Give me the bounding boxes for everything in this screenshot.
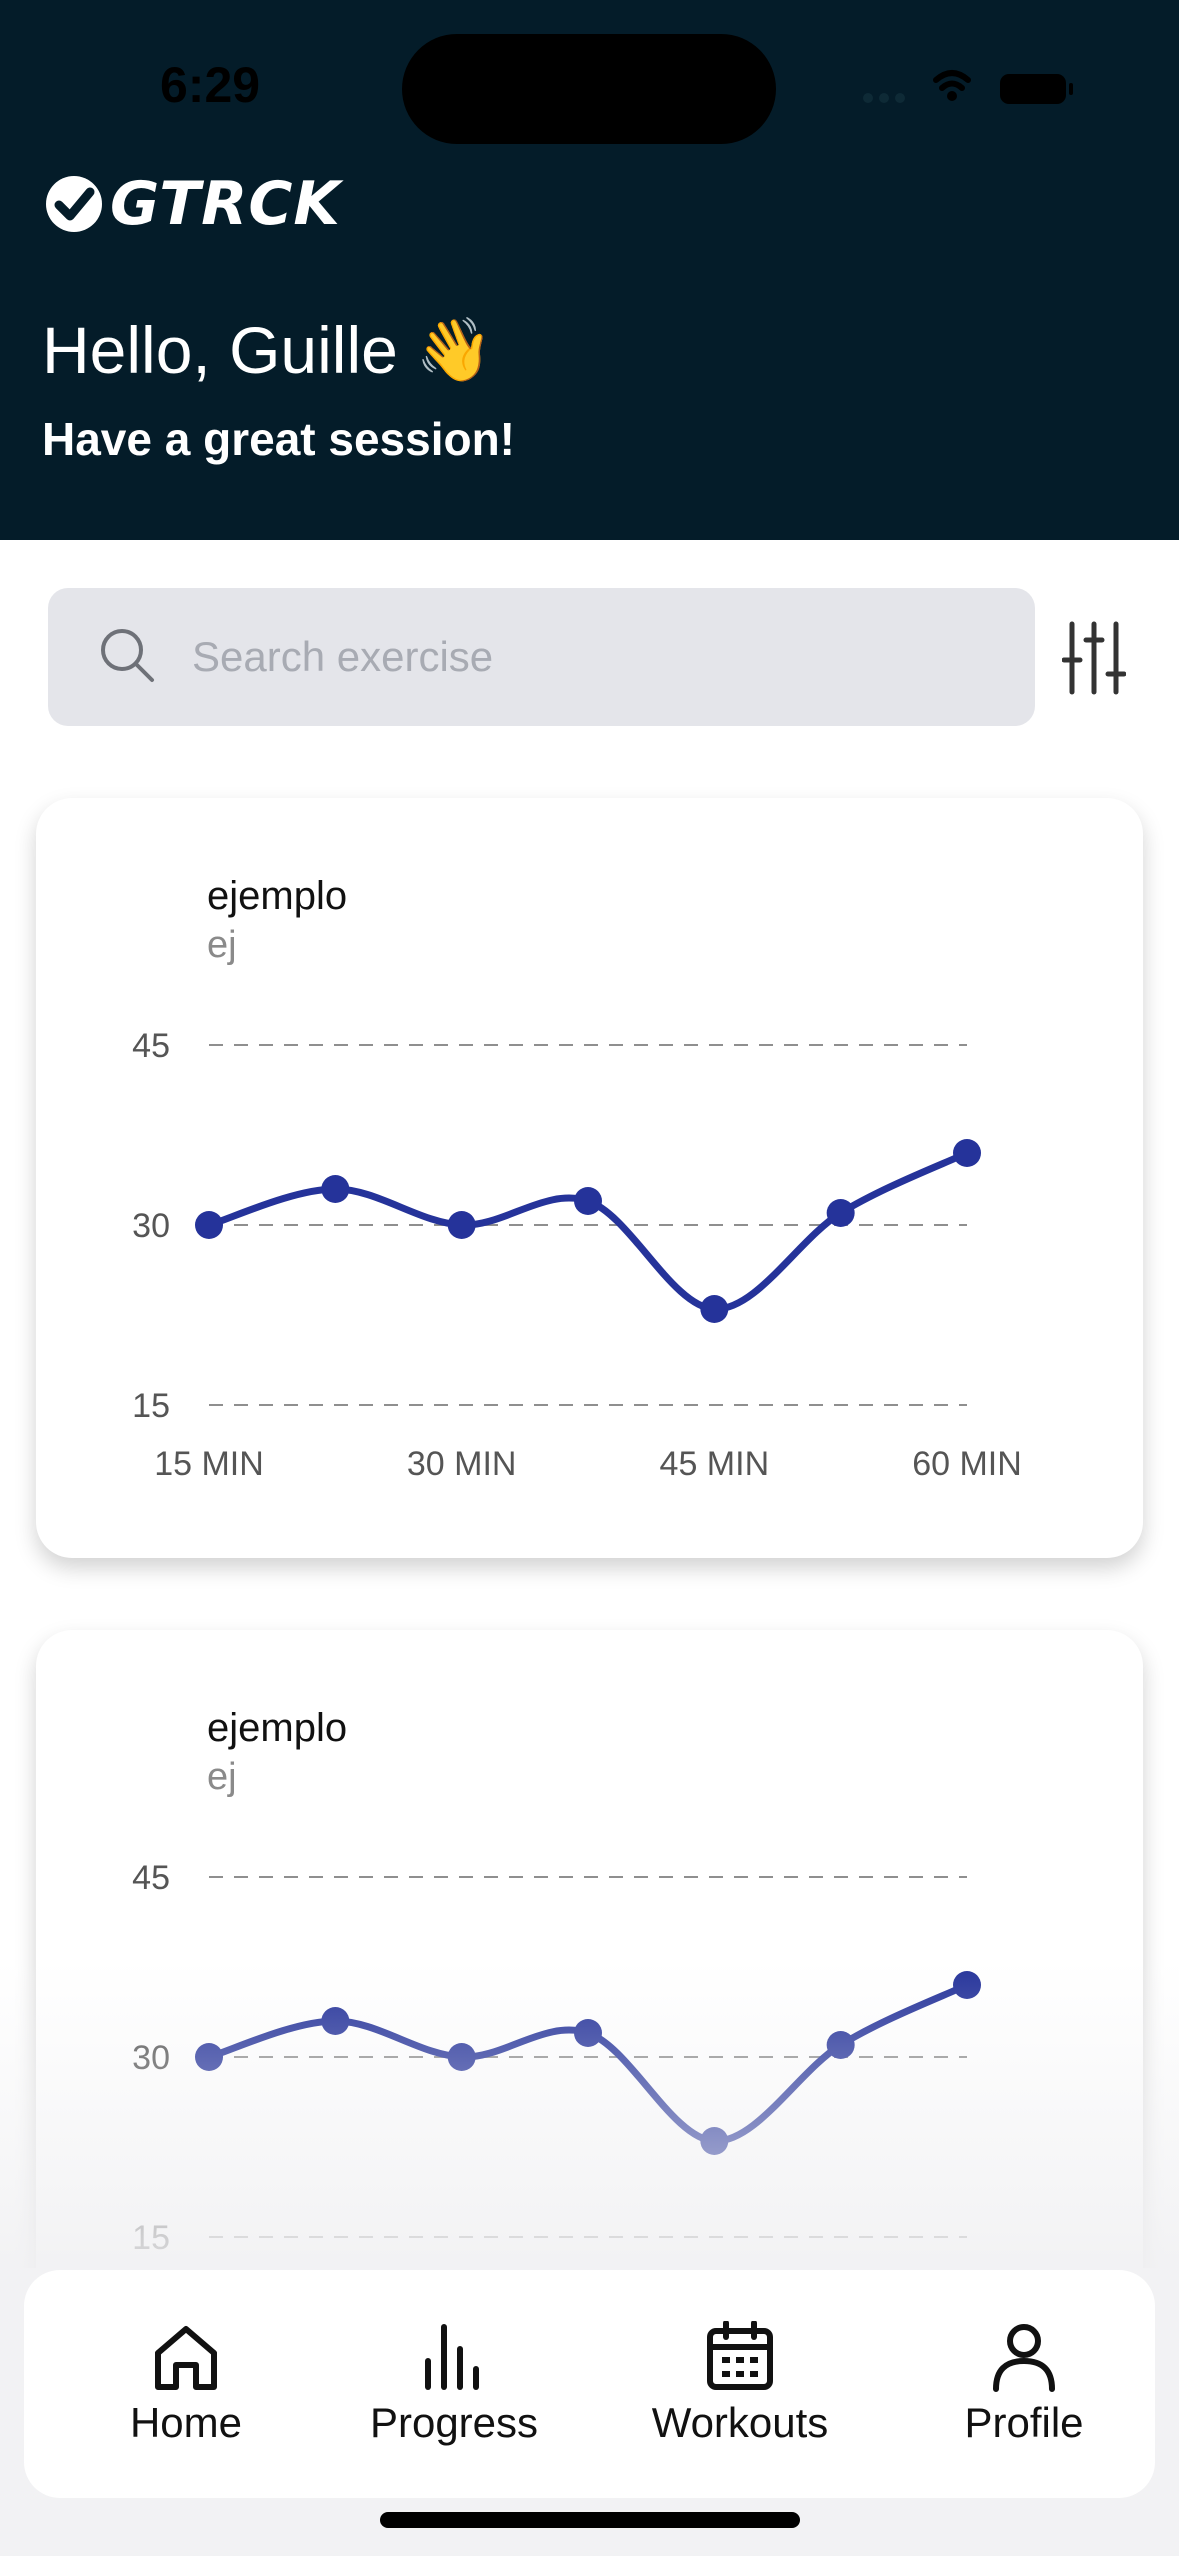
series-line <box>205 1149 971 1313</box>
signal-icon <box>863 93 905 103</box>
y-tick-label: 45 <box>132 1859 170 1897</box>
search-icon <box>101 629 154 682</box>
wifi-icon <box>933 70 971 91</box>
tab-profile[interactable]: Profile <box>904 2270 1144 2498</box>
y-tick-label: 15 <box>132 1387 170 1425</box>
bar-chart-icon <box>425 2324 479 2390</box>
logo-text: GTRCK <box>110 169 341 239</box>
tab-label: Progress <box>369 2399 539 2446</box>
app-header: 6:29 GTRCK Hello, Guille 👋 Have a great … <box>0 0 1179 540</box>
greeting: Hello, Guille 👋 <box>42 312 493 388</box>
app-logo: GTRCK <box>44 169 341 239</box>
data-point <box>574 1187 602 1215</box>
home-icon <box>155 2326 217 2390</box>
home-indicator <box>380 2512 800 2528</box>
status-time: 6:29 <box>160 57 261 113</box>
tab-home[interactable]: Home <box>76 2270 296 2498</box>
tab-label: Home <box>129 2399 243 2446</box>
tab-workouts[interactable]: Workouts <box>620 2270 860 2498</box>
data-point <box>447 1211 476 1239</box>
data-point <box>195 1211 223 1239</box>
check-circle-icon <box>46 176 102 232</box>
x-tick-label: 30 MIN <box>407 1445 517 1483</box>
calendar-icon <box>707 2321 773 2390</box>
data-point <box>826 1199 855 1227</box>
status-icons <box>863 70 1073 104</box>
bottom-tab-bar: Home Progress Workouts Profile <box>24 2270 1155 2498</box>
x-tick-label: 60 MIN <box>912 1445 1022 1483</box>
search-input[interactable] <box>192 588 992 726</box>
progress-line-chart: 45 30 15 15 MIN 30 MIN 45 MIN 60 MIN <box>132 1027 1022 1483</box>
greeting-text: Hello, Guille <box>42 313 398 387</box>
data-point <box>321 1175 350 1203</box>
filter-sliders-icon[interactable] <box>1062 620 1126 696</box>
battery-icon <box>1000 74 1066 104</box>
tab-progress[interactable]: Progress <box>334 2270 574 2498</box>
search-bar[interactable] <box>48 588 1035 726</box>
data-point <box>700 1295 729 1323</box>
dynamic-island <box>402 34 776 144</box>
greeting-subtitle: Have a great session! <box>42 413 516 465</box>
scroll-fade <box>0 1960 1179 2280</box>
x-tick-label: 15 MIN <box>154 1445 264 1483</box>
tab-label: Profile <box>964 2399 1084 2446</box>
wave-emoji: 👋 <box>415 315 494 385</box>
y-tick-label: 30 <box>132 1207 170 1245</box>
y-tick-label: 45 <box>132 1027 170 1065</box>
user-icon <box>993 2324 1055 2392</box>
exercise-card[interactable]: ejemplo ej 45 30 15 15 MIN 30 MIN 45 MIN 60 MI… <box>36 798 1143 1558</box>
tab-label: Workouts <box>651 2399 829 2446</box>
data-point <box>953 1139 981 1167</box>
x-tick-label: 45 MIN <box>660 1445 770 1483</box>
